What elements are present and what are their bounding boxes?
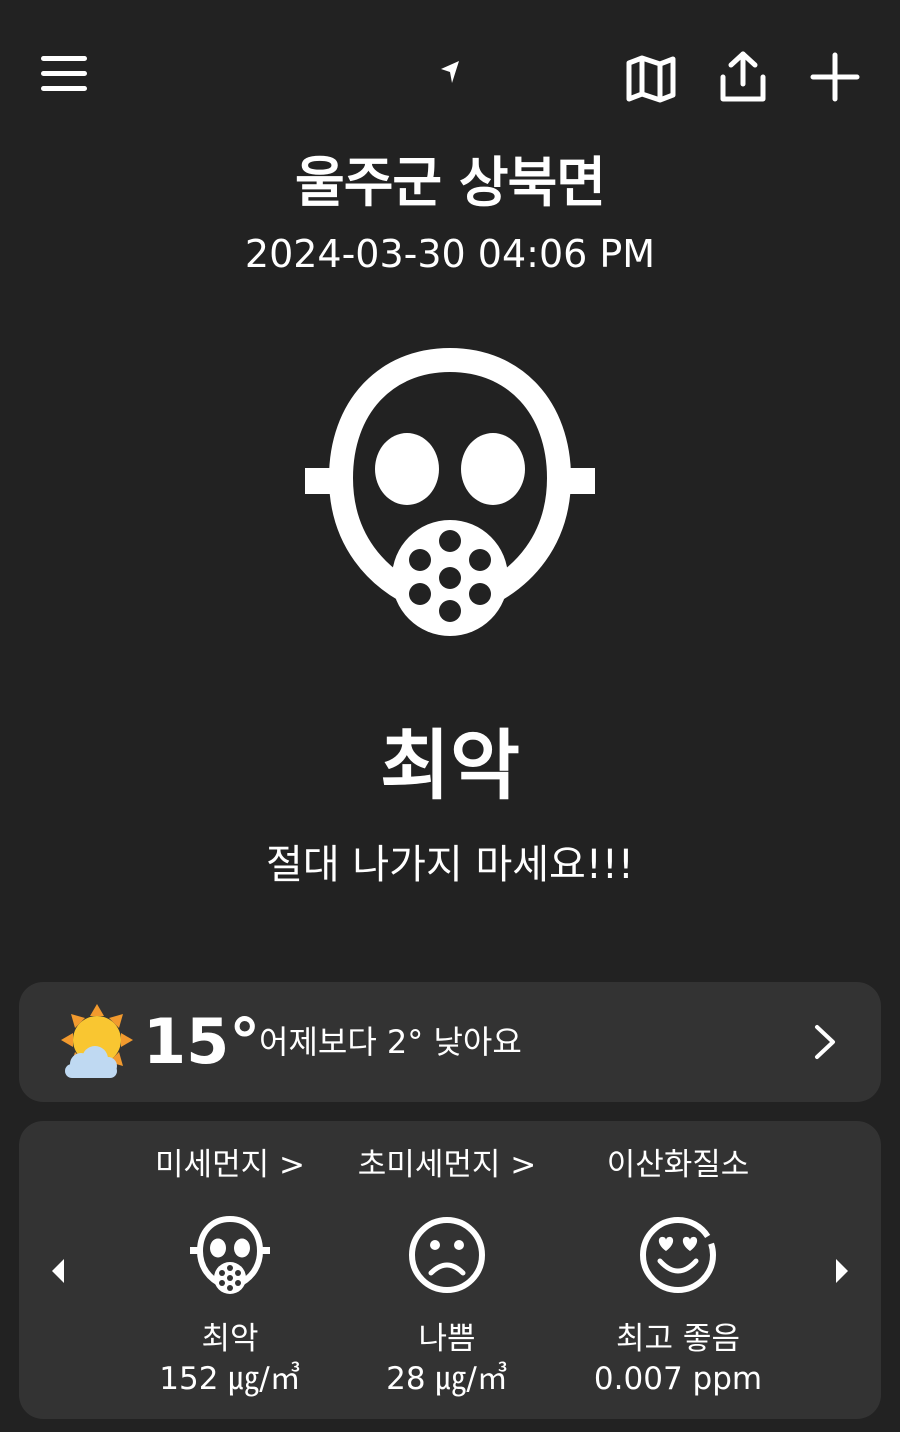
pollutant-card: 미세먼지 > 최악 152 ㎍/㎥ 초미세먼지 > 나쁨 28 ㎍/㎥ 이산화질… — [19, 1121, 881, 1419]
chevron-right-icon — [815, 1025, 835, 1059]
weather-comparison: 어제보다 2° 낮아요 — [259, 1023, 522, 1061]
pollutant-pm25: 초미세먼지 > 나쁨 28 ㎍/㎥ — [332, 1121, 562, 1419]
air-quality-message: 절대 나가지 마세요!!! — [266, 842, 634, 888]
menu-button[interactable] — [28, 40, 100, 108]
sad-face-icon — [409, 1217, 485, 1293]
pollutant-value-pm10: 152 ㎍/㎥ — [159, 1361, 301, 1397]
previous-pollutants-button[interactable] — [39, 1241, 79, 1301]
pollutant-title-pm10[interactable]: 미세먼지 > — [115, 1143, 345, 1187]
heart-eyes-face-icon — [640, 1217, 716, 1293]
weather-temperature: 15° — [143, 1005, 261, 1078]
add-location-button[interactable] — [800, 42, 870, 112]
pollutant-grade-no2: 최고 좋음 — [616, 1321, 740, 1357]
pollutant-title-pm25[interactable]: 초미세먼지 > — [332, 1143, 562, 1187]
weather-card[interactable]: 15° 어제보다 2° 낮아요 — [19, 982, 881, 1102]
menu-icon — [41, 56, 87, 91]
add-icon — [810, 52, 860, 102]
gas-mask-icon — [190, 1215, 270, 1294]
caret-right-icon — [836, 1259, 848, 1283]
share-icon — [720, 51, 766, 102]
location-arrow-icon — [441, 61, 459, 83]
pollutant-pm10: 미세먼지 > 최악 152 ㎍/㎥ — [115, 1121, 345, 1419]
caret-left-icon — [52, 1259, 64, 1283]
pollutant-grade-pm25: 나쁨 — [418, 1321, 476, 1357]
pollutant-title-no2[interactable]: 이산화질소 — [563, 1143, 793, 1187]
gas-mask-icon — [305, 348, 595, 636]
pollutant-grade-pm10: 최악 — [201, 1321, 259, 1357]
pollutant-no2: 이산화질소 최고 좋음 0.007 ppm — [563, 1121, 793, 1419]
current-location-button[interactable] — [430, 52, 470, 92]
measurement-timestamp: 2024-03-30 04:06 PM — [244, 232, 656, 276]
air-quality-grade: 최악 — [380, 721, 520, 810]
map-icon — [626, 55, 676, 103]
location-title: 울주군 상북면 — [295, 151, 606, 214]
map-button[interactable] — [616, 44, 686, 114]
pollutant-value-pm25: 28 ㎍/㎥ — [386, 1361, 508, 1397]
pollutant-value-no2: 0.007 ppm — [593, 1361, 763, 1397]
next-pollutants-button[interactable] — [821, 1241, 861, 1301]
share-button[interactable] — [708, 42, 778, 112]
partly-sunny-icon — [61, 1004, 133, 1078]
